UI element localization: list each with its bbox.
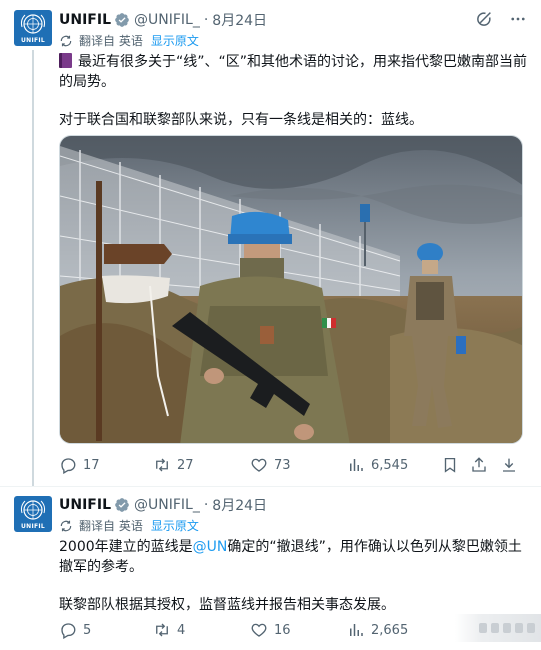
like-count: 73 (274, 457, 291, 473)
translation-notice: 翻译自 英语 显示原文 (59, 517, 199, 534)
views-icon (350, 624, 363, 636)
repost-button[interactable]: 27 (153, 456, 194, 474)
views-icon (350, 459, 363, 471)
blurred-block (479, 623, 487, 633)
user-handle[interactable]: @UNIFIL_ (134, 12, 200, 28)
like-button[interactable]: 73 (250, 456, 291, 474)
separator-dot: · (203, 497, 209, 513)
reply-count: 5 (83, 622, 92, 638)
share-icon (472, 457, 486, 472)
display-name[interactable]: UNIFIL (59, 12, 111, 28)
avatar-label: UNIFIL (20, 37, 46, 44)
thread-connector (32, 50, 34, 486)
avatar-label: UNIFIL (20, 523, 46, 530)
blurred-block (503, 623, 511, 633)
tweet-text: 2000年建立的蓝线是@UN确定的“撤退线”，用作确认以色列从黎巴嫩领土撤军的参… (59, 537, 527, 615)
avatar[interactable]: UNIFIL (14, 496, 52, 532)
repost-count: 4 (177, 622, 186, 638)
user-handle[interactable]: @UNIFIL_ (134, 497, 200, 513)
tweet[interactable]: UNIFIL UNIFIL @UNIFIL_ · 8月24日 翻译自 英语 显示… (0, 0, 541, 487)
verified-badge-icon (114, 12, 130, 28)
tweet-paragraph: 最近有很多关于“线”、“区”和其他术语的讨论，用来指代黎巴嫩南部当前的局势。 (59, 53, 528, 90)
translation-notice: 翻译自 英语 显示原文 (59, 32, 199, 49)
show-original-link[interactable]: 显示原文 (151, 32, 199, 49)
views-button[interactable]: 6,545 (347, 456, 408, 474)
verified-badge-icon (114, 497, 130, 513)
book-emoji-icon (59, 53, 72, 68)
tweet-header: UNIFIL @UNIFIL_ · 8月24日 (59, 495, 267, 515)
timeline-feed: UNIFIL UNIFIL @UNIFIL_ · 8月24日 翻译自 英语 显示… (0, 0, 541, 650)
photo-icon (60, 136, 522, 443)
tweet-header: UNIFIL @UNIFIL_ · 8月24日 (59, 10, 267, 30)
display-name[interactable]: UNIFIL (59, 497, 111, 513)
translate-icon (59, 34, 73, 48)
mention-link[interactable]: @UN (193, 539, 228, 555)
repost-icon (156, 458, 168, 472)
avatar[interactable]: UNIFIL (14, 10, 52, 46)
tweet-date[interactable]: 8月24日 (212, 495, 267, 515)
translated-from-label: 翻译自 英语 (79, 34, 143, 48)
tweet-date[interactable]: 8月24日 (212, 10, 267, 30)
show-original-link[interactable]: 显示原文 (151, 517, 199, 534)
bookmark-icon (444, 457, 456, 473)
repost-button[interactable]: 4 (153, 621, 185, 639)
download-icon (503, 458, 515, 472)
tweet[interactable]: UNIFIL UNIFIL @UNIFIL_ · 8月24日 翻译自 英语 显示… (0, 487, 541, 650)
view-count: 2,665 (371, 622, 409, 638)
header-actions (475, 10, 527, 28)
views-button[interactable]: 2,665 (347, 621, 408, 639)
reply-button[interactable]: 5 (59, 621, 91, 639)
repost-count: 27 (177, 457, 194, 473)
tweet-paragraph: 2000年建立的蓝线是@UN确定的“撤退线”，用作确认以色列从黎巴嫩领土撤军的参… (59, 539, 522, 575)
tweet-actions: 17 27 73 6,545 (59, 455, 527, 475)
reply-count: 17 (83, 457, 100, 473)
like-count: 16 (274, 622, 291, 638)
repost-icon (156, 623, 168, 637)
bookmark-button[interactable] (441, 456, 459, 474)
like-icon (251, 623, 267, 637)
share-button[interactable] (470, 456, 488, 474)
reply-button[interactable]: 17 (59, 456, 100, 474)
translated-from-label: 翻译自 英语 (79, 519, 143, 533)
reply-icon (61, 458, 76, 474)
grok-icon[interactable] (475, 10, 493, 28)
tweet-paragraph: 对于联合国和联黎部队来说，只有一条线是相关的：蓝线。 (59, 112, 423, 128)
tweet-paragraph: 联黎部队根据其授权，监督蓝线并报告相关事态发展。 (59, 597, 395, 613)
reply-icon (61, 623, 76, 639)
like-icon (251, 458, 267, 472)
download-button[interactable] (500, 456, 518, 474)
blurred-block (527, 623, 535, 633)
like-button[interactable]: 16 (250, 621, 291, 639)
separator-dot: · (203, 12, 209, 28)
tweet-text: 最近有很多关于“线”、“区”和其他术语的讨论，用来指代黎巴嫩南部当前的局势。 对… (59, 52, 527, 130)
view-count: 6,545 (371, 457, 409, 473)
blurred-watermark (455, 614, 541, 642)
blurred-block (515, 623, 523, 633)
blurred-block (491, 623, 499, 633)
tweet-photo[interactable] (59, 135, 523, 444)
more-icon[interactable] (509, 10, 527, 28)
translate-icon (59, 519, 73, 533)
